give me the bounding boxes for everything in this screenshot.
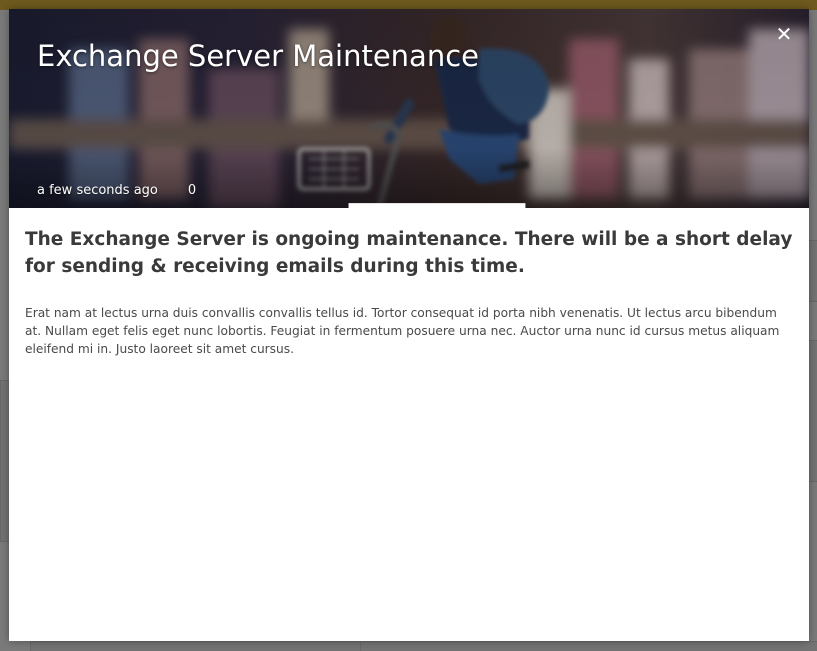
background-panel xyxy=(808,340,817,482)
post-meta: a few seconds ago 0 xyxy=(37,181,526,208)
background-panel xyxy=(360,641,817,651)
close-icon[interactable]: ✕ xyxy=(776,22,793,46)
modal-content: The Exchange Server is ongoing maintenan… xyxy=(9,208,809,358)
announcement-headline: The Exchange Server is ongoing maintenan… xyxy=(25,229,793,277)
hero-header: Exchange Server Maintenance ✕ a few seco… xyxy=(9,9,809,208)
close-button[interactable]: ✕ xyxy=(773,23,795,45)
background-panel xyxy=(30,641,362,651)
comment-icon[interactable] xyxy=(164,181,526,208)
announcement-modal: Exchange Server Maintenance ✕ a few seco… xyxy=(9,9,809,641)
background-panel xyxy=(808,240,817,302)
modal-title: Exchange Server Maintenance xyxy=(37,39,479,73)
announcement-body: Erat nam at lectus urna duis convallis c… xyxy=(25,306,780,356)
